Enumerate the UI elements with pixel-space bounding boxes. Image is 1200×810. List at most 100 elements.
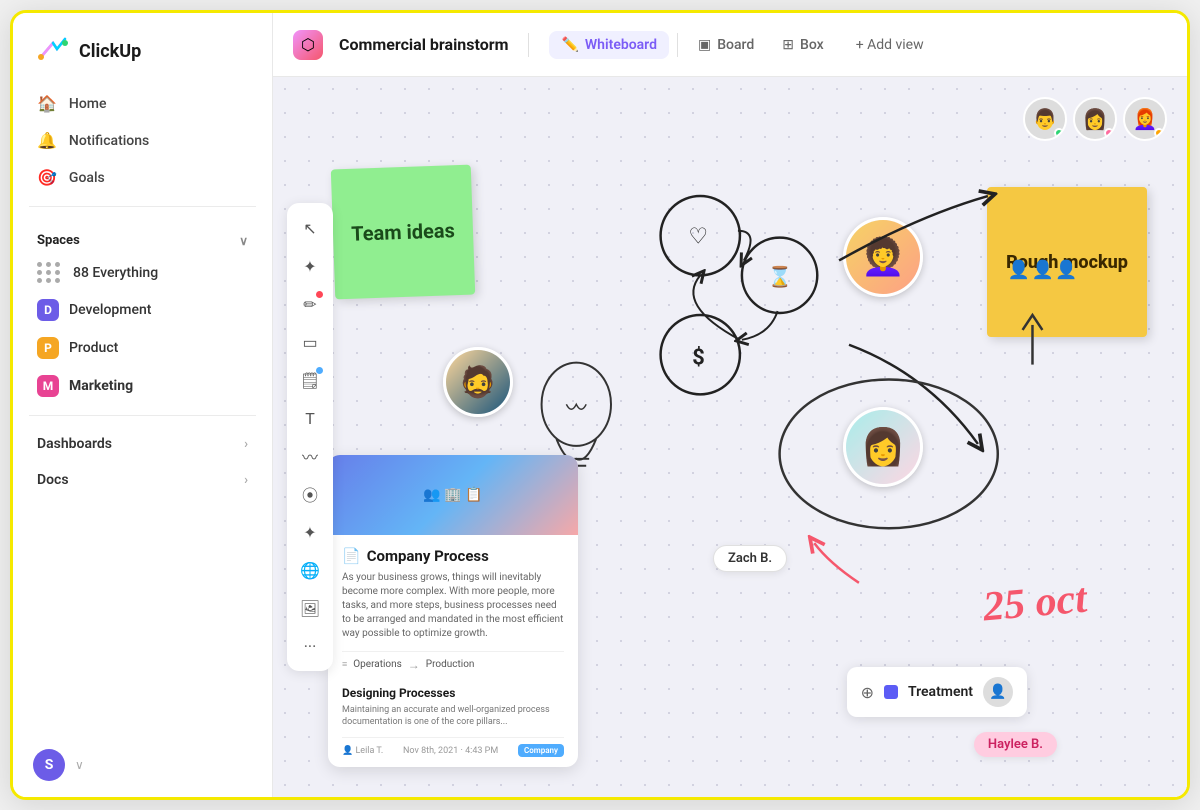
rectangle-tool[interactable]: ▭ [293,325,327,359]
magic-tool[interactable]: ✦ [293,249,327,283]
connector-tool[interactable]: ⦿ [293,477,327,511]
globe-tool[interactable]: 🌐 [293,553,327,587]
image-tool[interactable]: 🖼 [293,591,327,625]
tab-whiteboard[interactable]: ✏️ Whiteboard [549,31,669,59]
sidebar-item-home-label: Home [69,96,107,112]
workflow-from: Operations [353,659,402,670]
docs-chevron: › [244,473,248,488]
sidebar: ClickUp 🏠 Home 🔔 Notifications 🎯 Goals S… [13,13,273,797]
workflow-arrow: → [408,658,420,672]
more-tool[interactable]: ··· [293,629,327,663]
process-card-workflow: ≡ Operations → Production [342,651,564,678]
ai-tool[interactable]: ✦ [293,515,327,549]
process-author: 👤 Leila T. [342,746,383,756]
process-card-desc: As your business grows, things will inev… [342,571,564,641]
process-tag: Company [518,744,564,757]
treatment-label: Treatment [908,684,973,700]
cursor-tool[interactable]: ↖ [293,211,327,245]
sticky-green-text: Team ideas [351,218,455,246]
sidebar-marketing-label: Marketing [69,378,133,394]
spaces-chevron[interactable]: ∨ [239,234,248,248]
box-tab-icon: ⊞ [782,37,794,53]
sidebar-item-notifications-label: Notifications [69,133,149,149]
whiteboard-tab-icon: ✏️ [561,37,578,53]
everything-grid-icon [37,262,61,283]
app-name: ClickUp [79,41,141,62]
toolbar-left: ↖ ✦ ✏ ▭ 🗒 T 〰 ⦿ ✦ 🌐 🖼 ··· [287,203,333,671]
pen-tool[interactable]: ✏ [293,287,327,321]
workflow-to: Production [426,659,475,670]
sticky-yellow-text: Rough mockup [1006,252,1128,273]
process-date: Nov 8th, 2021 · 4:43 PM [403,746,498,756]
development-badge: D [37,299,59,321]
treatment-color-swatch [884,685,898,699]
svg-text:♡: ♡ [688,225,708,250]
sidebar-item-goals-label: Goals [69,170,105,186]
treatment-avatar: 👤 [983,677,1013,707]
line-tool[interactable]: 〰 [293,439,327,473]
sidebar-user-area: S ∨ [13,733,272,797]
process-section-desc: Maintaining an accurate and well-organiz… [342,704,564,729]
sidebar-item-goals[interactable]: 🎯 Goals [25,159,260,196]
tab-box[interactable]: ⊞ Box [770,31,835,59]
collaborator-avatar-3: 👩‍🦰 [1123,97,1167,141]
sidebar-item-product[interactable]: P Product [25,329,260,367]
sticky-note-yellow[interactable]: Rough mockup [987,187,1147,337]
box-tab-label: Box [800,37,824,53]
add-view-label: + Add view [856,37,924,53]
process-section-title: Designing Processes [342,686,564,700]
text-tool[interactable]: T [293,401,327,435]
process-card-title: 📄 Company Process [342,547,564,565]
project-icon: ⬡ [293,30,323,60]
main-content: ⬡ Commercial brainstorm ✏️ Whiteboard ▣ … [273,13,1187,797]
user-menu-chevron[interactable]: ∨ [75,758,84,772]
board-tab-label: Board [717,37,754,53]
haylee-label: Haylee B. [974,732,1057,757]
person-photo-3: 🧔 [443,347,513,417]
sidebar-item-docs[interactable]: Docs › [13,462,272,498]
home-icon: 🏠 [37,94,57,113]
sticky-note-green[interactable]: Team ideas [331,165,475,300]
collaborator-avatar-2: 👩 [1073,97,1117,141]
sidebar-development-label: Development [69,302,151,318]
svg-text:⌛: ⌛ [768,265,793,288]
collaborator-avatar-1: 👨 [1023,97,1067,141]
tab-board[interactable]: ▣ Board [686,31,766,59]
process-card-image: 👥 🏢 📋 [328,455,578,535]
sidebar-item-development[interactable]: D Development [25,291,260,329]
person-photo-1: 👩‍🦱 [843,217,923,297]
dashboards-label: Dashboards [37,436,112,452]
sidebar-nav: 🏠 Home 🔔 Notifications 🎯 Goals [13,85,272,196]
add-view-button[interactable]: + Add view [844,31,936,59]
whiteboard-tab-label: Whiteboard [585,37,657,53]
treatment-card[interactable]: ⊕ Treatment 👤 [847,667,1027,717]
spaces-label: Spaces [37,233,80,248]
sidebar-item-dashboards[interactable]: Dashboards › [13,426,272,462]
clickup-logo-icon [37,35,69,67]
move-cursor-icon: ⊕ [861,683,874,702]
board-tab-icon: ▣ [698,37,711,53]
header-divider [528,33,529,57]
docs-label: Docs [37,472,69,488]
divider-2 [29,415,256,416]
whiteboard-canvas[interactable]: ↖ ✦ ✏ ▭ 🗒 T 〰 ⦿ ✦ 🌐 🖼 ··· [273,77,1187,797]
sidebar-everything-label: 88 Everything [73,265,158,281]
process-card-footer: 👤 Leila T. Nov 8th, 2021 · 4:43 PM Compa… [342,737,564,757]
bell-icon: 🔔 [37,131,57,150]
sidebar-item-notifications[interactable]: 🔔 Notifications [25,122,260,159]
sidebar-item-everything[interactable]: 88 Everything [25,254,260,291]
sidebar-item-home[interactable]: 🏠 Home [25,85,260,122]
sidebar-product-label: Product [69,340,118,356]
process-card[interactable]: 👥 🏢 📋 📄 Company Process As your business… [328,455,578,767]
process-card-body: 📄 Company Process As your business grows… [328,535,578,767]
app-container: ClickUp 🏠 Home 🔔 Notifications 🎯 Goals S… [10,10,1190,800]
dashboards-chevron: › [244,437,248,452]
sidebar-item-marketing[interactable]: M Marketing [25,367,260,405]
user-avatar[interactable]: S [33,749,65,781]
note-tool[interactable]: 🗒 [293,363,327,397]
product-badge: P [37,337,59,359]
header-tabs: ✏️ Whiteboard ▣ Board ⊞ Box + Add view [549,31,935,59]
logo-area: ClickUp [13,13,272,85]
tab-divider-1 [677,33,678,57]
oct-date-text: 25 oct [981,575,1089,632]
